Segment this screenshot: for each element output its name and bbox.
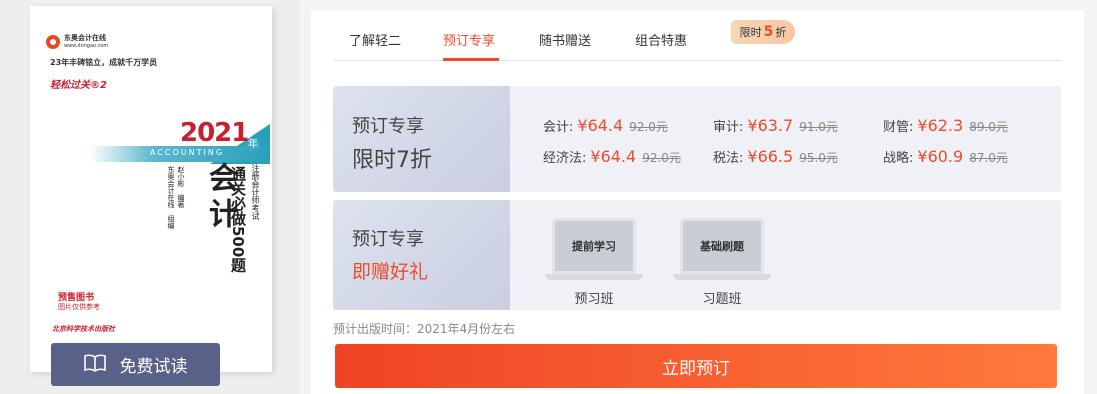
- tab-bar: 了解轻二 预订专享 随书赠送 组合特惠 限时 5 折: [333, 10, 1061, 61]
- preorder-now-button[interactable]: 立即预订: [335, 344, 1057, 388]
- preorder-price-card: 预订专享 限时7折 会计: ¥64.4 92.0元 审计: ¥63.7 91.0…: [333, 86, 1061, 192]
- discount-badge: 限时 5 折: [731, 20, 795, 44]
- publisher: 北京科学技术出版社: [52, 325, 115, 333]
- price-card-subtitle: 限时7折: [352, 148, 432, 173]
- book-editor: 东奥会计在线 组编: [167, 166, 175, 229]
- price-item-economic-law: 经济法: ¥64.4 92.0元: [543, 147, 681, 166]
- book-title: 会计: [203, 162, 238, 234]
- book-cover: 东奥会计在线 www.dongao.com 23年丰碑铭立，成就千万学员 轻松过…: [30, 6, 272, 372]
- price-card-title: 预订专享: [352, 116, 424, 137]
- gift-screen-text: 提前学习: [572, 240, 616, 253]
- detail-panel: 了解轻二 预订专享 随书赠送 组合特惠 限时 5 折 预订专享 限时7折 会计:…: [311, 10, 1084, 394]
- price-item-audit: 审计: ¥63.7 91.0元: [713, 116, 838, 135]
- price-card-header: 预订专享 限时7折: [333, 86, 510, 192]
- book-year-suffix: 年: [246, 138, 260, 152]
- price-item-finance: 财管: ¥62.3 89.0元: [883, 116, 1008, 135]
- gift-preview-class[interactable]: 提前学习 预习班: [545, 218, 643, 307]
- gift-exercise-class[interactable]: 基础刷题 习题班: [673, 218, 771, 307]
- laptop-icon: 提前学习: [552, 218, 636, 274]
- gift-card-header: 预订专享 即赠好礼: [333, 200, 510, 310]
- presale-note: 图片仅供参考: [58, 303, 100, 311]
- brand-name: 东奥会计在线: [64, 34, 106, 42]
- discount-value: 5: [763, 24, 774, 40]
- brand-url: www.dongao.com: [64, 43, 109, 49]
- gift-card-subtitle: 即赠好礼: [352, 261, 429, 283]
- book-series: 轻松过关®2: [50, 80, 107, 91]
- publish-time: 预计出版时间：2021年4月份左右: [333, 322, 516, 336]
- tab-gifts[interactable]: 随书赠送: [539, 30, 591, 49]
- book-open-icon: [83, 354, 106, 376]
- book-slogan: 23年丰碑铭立，成就千万学员: [50, 58, 158, 67]
- tab-preorder[interactable]: 预订专享: [443, 30, 495, 49]
- preorder-gift-card: 预订专享 即赠好礼 提前学习 预习班 基础刷题 习题班: [333, 200, 1061, 310]
- cover-accounting-text: ACCOUNTING: [150, 148, 225, 157]
- book-author: 赵小彬 编著: [177, 166, 185, 208]
- discount-suffix: 折: [775, 26, 787, 39]
- price-item-accounting: 会计: ¥64.4 92.0元: [543, 116, 668, 135]
- page: 东奥会计在线 www.dongao.com 23年丰碑铭立，成就千万学员 轻松过…: [0, 0, 1097, 394]
- gift-card-title: 预订专享: [352, 229, 424, 250]
- brand: 东奥会计在线 www.dongao.com: [46, 34, 108, 50]
- laptop-base: [673, 274, 771, 280]
- price-item-tax-law: 税法: ¥66.5 95.0元: [713, 147, 838, 166]
- laptop-icon: 基础刷题: [680, 218, 764, 274]
- book-area: 东奥会计在线 www.dongao.com 23年丰碑铭立，成就千万学员 轻松过…: [0, 0, 300, 394]
- price-item-strategy: 战略: ¥60.9 87.0元: [883, 147, 1008, 166]
- laptop-base: [545, 274, 643, 280]
- brand-logo-icon: [46, 35, 60, 49]
- tab-about[interactable]: 了解轻二: [349, 30, 401, 49]
- gift-label: 预习班: [574, 292, 614, 307]
- gift-label: 习题班: [702, 292, 742, 307]
- tab-bundle[interactable]: 组合特惠: [635, 30, 687, 49]
- active-tab-indicator: [443, 58, 499, 61]
- free-trial-label: 免费试读: [119, 357, 188, 377]
- free-trial-button[interactable]: 免费试读: [51, 343, 220, 386]
- book-year: 2021: [180, 118, 249, 148]
- gift-screen-text: 基础刷题: [700, 240, 744, 253]
- book-exam: 注册会计师考试: [251, 164, 260, 220]
- discount-prefix: 限时: [739, 26, 762, 39]
